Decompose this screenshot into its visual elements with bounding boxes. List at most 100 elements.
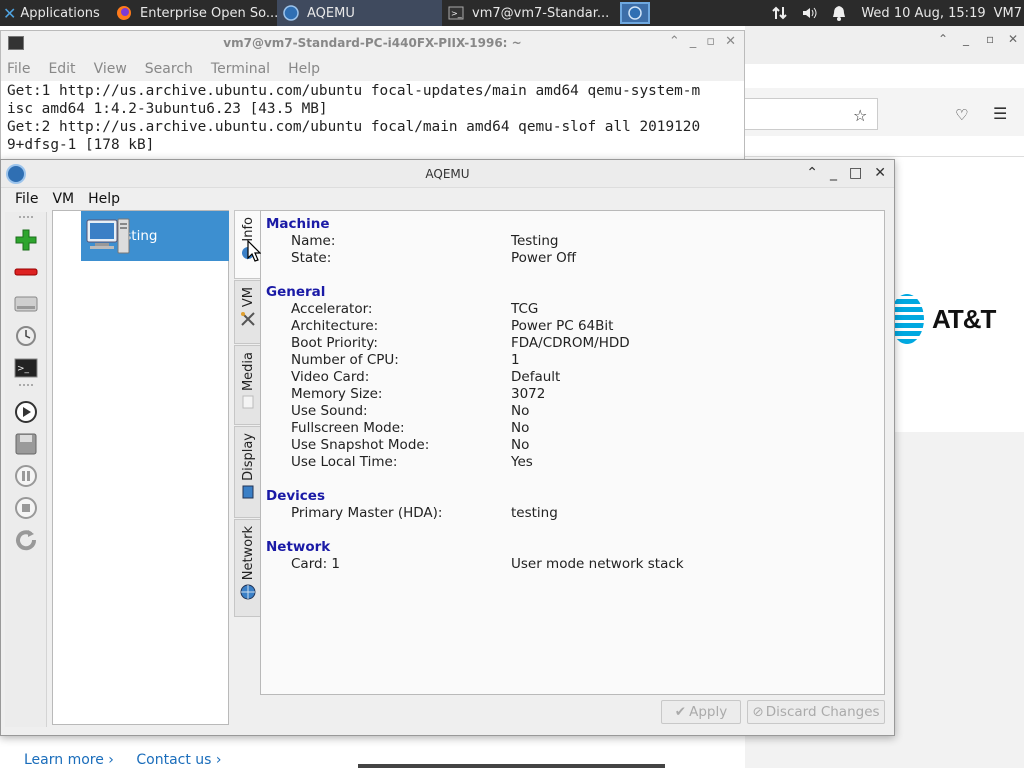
clock[interactable]: Wed 10 Aug, 15:19	[861, 6, 985, 21]
notification-bell-icon[interactable]	[832, 5, 846, 21]
terminal-close-icon[interactable]: ✕	[725, 34, 736, 49]
taskbar-item-workspace[interactable]	[617, 0, 653, 26]
tools-icon	[241, 312, 255, 326]
system-tray: Wed 10 Aug, 15:19 VM7	[765, 0, 1024, 26]
info-value: Testing	[511, 233, 559, 249]
terminal-menu-view[interactable]: View	[94, 61, 127, 77]
network-arrows-icon[interactable]	[772, 5, 788, 21]
aqemu-titlebar[interactable]: AQEMU ⌃ _ □ ✕	[1, 160, 894, 188]
media-icon	[242, 395, 254, 409]
applications-menu[interactable]: ✕ Applications	[0, 0, 110, 26]
toolbar-grip[interactable]	[19, 384, 33, 387]
info-value: testing	[511, 505, 558, 521]
terminal-titlebar[interactable]: vm7@vm7-Standard-PC-i440FX-PIIX-1996: ~ …	[1, 31, 744, 57]
discard-changes-button[interactable]: ⊘ Discard Changes	[747, 700, 885, 724]
stop-vm-icon[interactable]	[13, 495, 39, 521]
display-icon	[242, 485, 254, 499]
clock-icon[interactable]	[13, 323, 39, 349]
terminal-line: isc amd64 1:4.2-3ubuntu6.23 [43.5 MB]	[7, 101, 328, 117]
apply-button[interactable]: ✔ Apply	[661, 700, 741, 724]
terminal-menu-edit[interactable]: Edit	[48, 61, 75, 77]
info-key: Memory Size:	[291, 386, 383, 402]
terminal-menu-help[interactable]: Help	[288, 61, 320, 77]
aqemu-menubar: File VM Help	[1, 188, 894, 210]
terminal-menu-search[interactable]: Search	[145, 61, 193, 77]
info-key: Boot Priority:	[291, 335, 378, 351]
tab-display[interactable]: Display	[234, 426, 261, 518]
hard-disk-icon[interactable]	[13, 291, 39, 317]
contact-us-link[interactable]: Contact us ›	[136, 752, 221, 768]
applications-label: Applications	[20, 5, 100, 21]
pocket-icon[interactable]: ♡	[955, 106, 968, 124]
aqemu-icon	[628, 6, 642, 20]
info-value: User mode network stack	[511, 556, 684, 572]
tab-network[interactable]: Network	[234, 519, 261, 617]
aqemu-window: AQEMU ⌃ _ □ ✕ File VM Help >_ Testing In…	[0, 159, 895, 736]
section-heading-network: Network	[266, 539, 331, 555]
terminal-menu-file[interactable]: File	[7, 61, 30, 77]
user-menu[interactable]: VM7	[994, 6, 1022, 21]
terminal-minimize-icon[interactable]: _	[690, 34, 697, 49]
tab-label: Info	[240, 217, 256, 242]
aqemu-menu-vm[interactable]: VM	[52, 191, 74, 207]
xfce-logo-icon: ✕	[3, 3, 17, 23]
terminal-chevron-up-icon[interactable]: ⌃	[669, 34, 680, 49]
att-globe-icon	[890, 294, 924, 344]
tab-media[interactable]: Media	[234, 345, 261, 425]
taskbar-item-label: vm7@vm7-Standar...	[472, 5, 610, 21]
info-value: TCG	[511, 301, 539, 317]
computer-icon	[86, 218, 130, 254]
browser-chevron-up-icon[interactable]: ⌃	[938, 32, 948, 46]
terminal-title: vm7@vm7-Standard-PC-i440FX-PIIX-1996: ~	[223, 36, 522, 50]
aqemu-chevron-up-icon[interactable]: ⌃	[806, 165, 818, 181]
browser-minimize-icon[interactable]: _	[963, 32, 969, 46]
volume-icon[interactable]	[802, 5, 818, 21]
info-value: Default	[511, 369, 561, 385]
hamburger-menu-icon[interactable]: ☰	[993, 104, 1007, 123]
vm-tabs: Info VM Media Display Network	[234, 210, 261, 620]
info-value: Power Off	[511, 250, 577, 266]
browser-close-icon[interactable]: ✕	[1008, 32, 1018, 46]
terminal-line: 9+dfsg-1 [178 kB]	[7, 137, 155, 153]
att-logo[interactable]: AT&T	[890, 294, 996, 344]
footer-links: Learn more › Contact us ›	[24, 752, 240, 768]
vm-list: Testing	[52, 210, 229, 725]
scroll-indicator	[358, 764, 665, 768]
learn-more-link[interactable]: Learn more ›	[24, 752, 114, 768]
att-brand: AT&T	[932, 303, 996, 334]
info-key: State:	[291, 250, 332, 266]
browser-maximize-icon[interactable]: ▫	[986, 32, 994, 46]
tab-vm[interactable]: VM	[234, 280, 261, 344]
aqemu-icon	[283, 5, 299, 21]
aqemu-minimize-icon[interactable]: _	[830, 165, 837, 181]
tab-label: Network	[240, 526, 256, 581]
checkmark-icon: ✔	[674, 704, 687, 720]
aqemu-maximize-icon[interactable]: □	[849, 165, 862, 181]
pause-vm-icon[interactable]	[13, 463, 39, 489]
aqemu-close-icon[interactable]: ✕	[874, 165, 886, 181]
remove-vm-icon[interactable]	[13, 259, 39, 285]
info-key: Primary Master (HDA):	[291, 505, 443, 521]
taskbar-item-terminal[interactable]: >_ vm7@vm7-Standar...	[442, 0, 617, 26]
aqemu-menu-file[interactable]: File	[15, 191, 38, 207]
toolbar-grip[interactable]	[19, 216, 33, 219]
start-vm-icon[interactable]	[13, 399, 39, 425]
bookmark-star-icon[interactable]: ☆	[853, 106, 867, 125]
apply-label: Apply	[689, 704, 728, 720]
taskbar-item-firefox[interactable]: Enterprise Open So...	[110, 0, 277, 26]
aqemu-menu-help[interactable]: Help	[88, 191, 120, 207]
info-key: Architecture:	[291, 318, 379, 334]
terminal-output[interactable]: Get:1 http://us.archive.ubuntu.com/ubunt…	[1, 81, 744, 155]
terminal-menu-terminal[interactable]: Terminal	[211, 61, 270, 77]
add-vm-icon[interactable]	[13, 227, 39, 253]
console-icon[interactable]: >_	[13, 355, 39, 381]
vm-list-item[interactable]: Testing	[81, 211, 229, 261]
taskbar-item-aqemu[interactable]: AQEMU	[277, 0, 442, 26]
info-key: Use Snapshot Mode:	[291, 437, 430, 453]
info-key: Accelerator:	[291, 301, 373, 317]
save-state-icon[interactable]	[13, 431, 39, 457]
firefox-icon	[117, 6, 131, 20]
reset-vm-icon[interactable]	[13, 527, 39, 553]
terminal-window: vm7@vm7-Standard-PC-i440FX-PIIX-1996: ~ …	[0, 30, 745, 160]
terminal-maximize-icon[interactable]: ▫	[706, 34, 715, 49]
